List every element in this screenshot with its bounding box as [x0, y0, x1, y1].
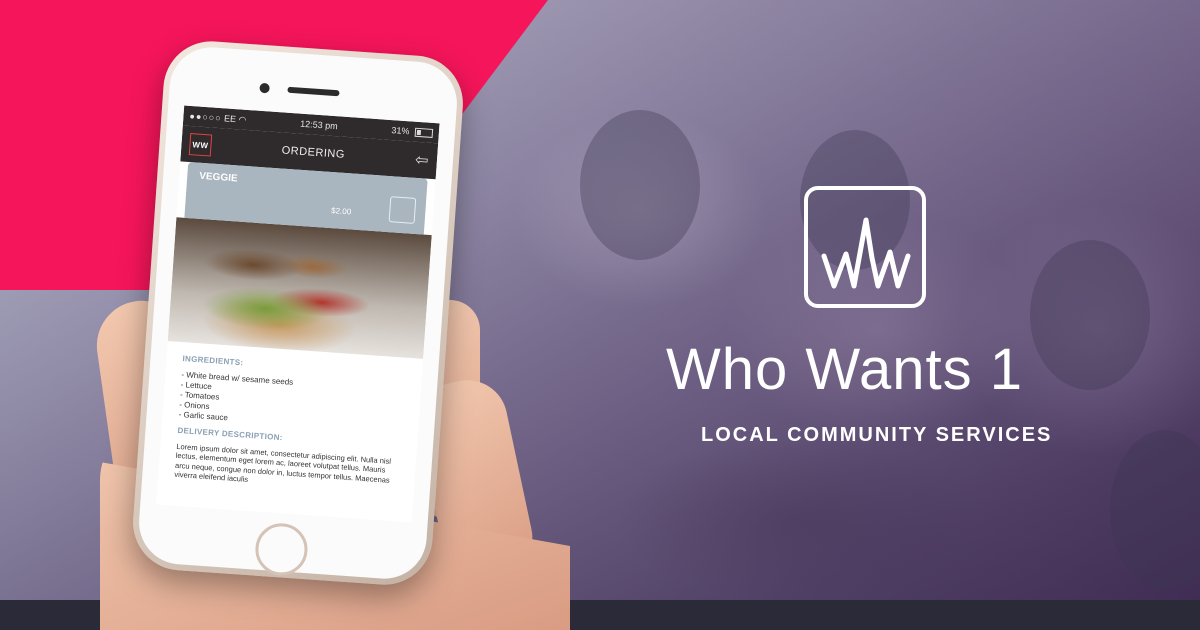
home-button[interactable] — [253, 521, 310, 578]
person-silhouette — [1030, 240, 1150, 390]
status-time: 12:53 pm — [299, 118, 339, 132]
person-silhouette — [580, 110, 700, 260]
carrier-label: EE — [223, 112, 237, 124]
brand-subtitle: LOCAL COMMUNITY SERVICES — [701, 424, 1053, 446]
camera-icon — [259, 82, 270, 94]
delivery-description: Lorem ipsum dolor sit amet, consectetur … — [174, 441, 392, 485]
phone-screen: ●●○○○ EE ◠ 12:53 pm 31% WW ORDERING ⇦ VE… — [156, 105, 440, 523]
app-logo-icon[interactable]: WW — [188, 133, 213, 157]
signal-icon: ●●○○○ — [189, 110, 222, 123]
battery-icon — [414, 127, 434, 139]
item-name: VEGGIE — [198, 170, 238, 185]
item-details: INGREDIENTS: - White bread w/ sesame see… — [158, 341, 423, 502]
battery-percent: 31% — [391, 125, 410, 137]
wifi-icon: ◠ — [238, 113, 247, 125]
brand-title: Who Wants 1 — [666, 337, 1023, 402]
phone-face: ●●○○○ EE ◠ 12:53 pm 31% WW ORDERING ⇦ VE… — [136, 44, 460, 582]
item-select-checkbox[interactable] — [388, 196, 417, 224]
item-price: $2.00 — [330, 206, 352, 217]
app-header-title: ORDERING — [281, 144, 346, 161]
ww-logo-icon — [804, 186, 926, 308]
sandwich-image — [167, 217, 432, 359]
ww-logo-glyph — [821, 217, 911, 289]
phone-device: ●●○○○ EE ◠ 12:53 pm 31% WW ORDERING ⇦ VE… — [129, 38, 467, 588]
back-arrow-icon[interactable]: ⇦ — [414, 150, 429, 171]
speaker-grille — [287, 86, 340, 97]
